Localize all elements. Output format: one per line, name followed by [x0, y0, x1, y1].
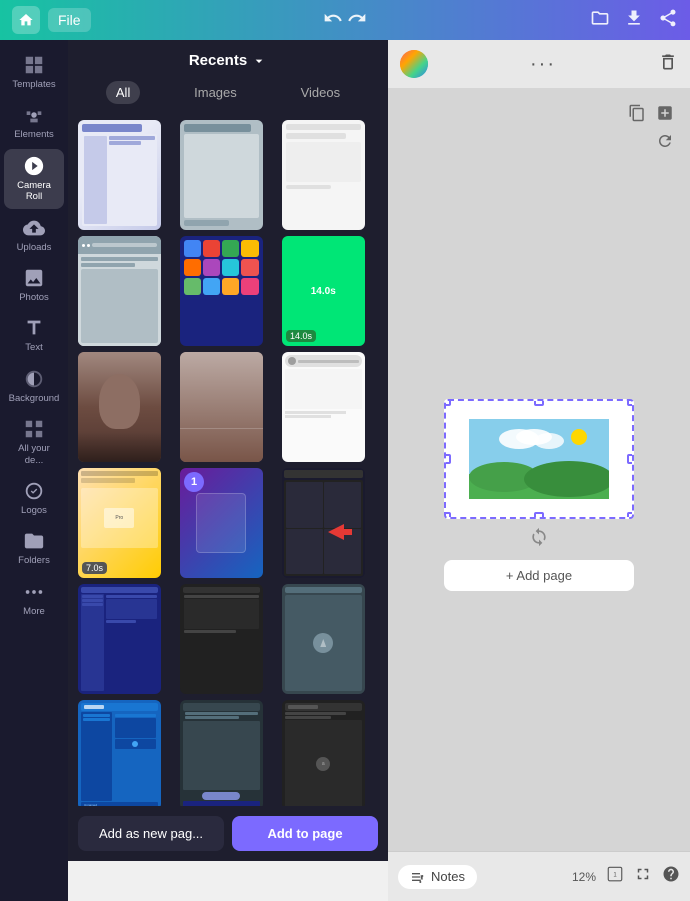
home-button[interactable]	[12, 6, 40, 34]
panel-bottom-buttons: Add as new pag... Add to page	[68, 806, 388, 861]
canvas-more-button[interactable]: ···	[530, 53, 556, 76]
recents-label: Recents	[189, 52, 247, 69]
resize-handle-mb[interactable]	[534, 512, 544, 519]
resize-handle-mr[interactable]	[627, 454, 634, 464]
bottom-bar: Notes 12% 1	[388, 851, 690, 901]
thumbnail-grid: 14.0s 14.0s	[68, 114, 388, 861]
video-duration-badge: 14.0s	[286, 330, 316, 342]
canvas-topbar: ···	[388, 40, 690, 88]
sidebar-item-folders[interactable]: Folders	[4, 524, 64, 572]
media-panel: Recents All Images Videos	[68, 40, 388, 861]
zoom-level[interactable]: 12%	[572, 870, 596, 884]
thumbnail-item[interactable]	[180, 120, 263, 230]
filter-tabs: All Images Videos	[68, 81, 388, 114]
chevron-down-icon	[251, 53, 267, 69]
thumbnail-item[interactable]	[282, 468, 365, 578]
filter-all[interactable]: All	[106, 81, 140, 104]
redo-button[interactable]	[347, 8, 367, 33]
thumbnail-item[interactable]	[282, 352, 365, 462]
resize-handle-tr[interactable]	[627, 399, 634, 406]
thumbnail-item[interactable]	[78, 584, 161, 694]
bottom-icons: 12% 1	[572, 865, 680, 888]
thumbnail-item[interactable]	[78, 120, 161, 230]
recents-dropdown[interactable]: Recents	[189, 52, 267, 69]
refresh-icon[interactable]	[656, 132, 674, 155]
duplicate-icon[interactable]	[628, 104, 646, 127]
thumbnail-item[interactable]: 1	[180, 468, 263, 578]
sidebar-item-text[interactable]: Text	[4, 311, 64, 359]
sidebar-folders-label: Folders	[18, 555, 50, 566]
resize-handle-mt[interactable]	[534, 399, 544, 406]
fullscreen-icon[interactable]	[634, 865, 652, 888]
canvas-workspace: + Add page	[388, 88, 690, 901]
add-page-button[interactable]: + Add page	[444, 560, 634, 591]
thumbnail-item[interactable]	[180, 700, 263, 810]
sidebar-item-photos[interactable]: Photos	[4, 261, 64, 309]
share-icon[interactable]	[658, 8, 678, 33]
add-element-icon[interactable]	[656, 104, 674, 127]
thumbnail-item[interactable]	[282, 584, 365, 694]
sidebar-more-label: More	[23, 606, 45, 617]
filter-videos[interactable]: Videos	[291, 81, 351, 104]
canvas-image	[469, 419, 609, 499]
canvas-logo	[400, 50, 428, 78]
sidebar-text-label: Text	[25, 342, 42, 353]
thumbnail-item[interactable]	[180, 352, 263, 462]
sidebar-camera-roll-label: Camera Roll	[8, 180, 60, 203]
sidebar-item-elements[interactable]: Elements	[4, 98, 64, 146]
video-duration-badge-2: 7.0s	[82, 562, 107, 574]
resize-handle-bl[interactable]	[444, 512, 451, 519]
topbar-center	[323, 8, 367, 33]
thumbnail-item[interactable]	[78, 236, 161, 346]
notes-label: Notes	[431, 869, 465, 884]
sidebar-logos-label: Logos	[21, 505, 47, 516]
resize-handle-ml[interactable]	[444, 454, 451, 464]
thumbnail-item[interactable]	[180, 584, 263, 694]
sidebar-item-all-designs[interactable]: All your de...	[4, 412, 64, 472]
sidebar-elements-label: Elements	[14, 129, 54, 140]
notes-icon	[410, 869, 426, 885]
thumbnail-item[interactable]: Unnamed	[78, 700, 161, 810]
page-view-icon[interactable]: 1	[606, 865, 624, 888]
sidebar-item-uploads[interactable]: Uploads	[4, 211, 64, 259]
canvas-area: ···	[388, 40, 690, 901]
resize-handle-br[interactable]	[627, 512, 634, 519]
save-to-folder-icon[interactable]	[590, 8, 610, 33]
add-as-new-page-button[interactable]: Add as new pag...	[78, 816, 224, 851]
sidebar-item-templates[interactable]: Templates	[4, 48, 64, 96]
thumbnail-item[interactable]: a	[282, 700, 365, 810]
sidebar-item-camera-roll[interactable]: Camera Roll	[4, 149, 64, 209]
canvas-image-frame[interactable]	[444, 399, 634, 519]
filter-images[interactable]: Images	[184, 81, 247, 104]
panel-header: Recents	[68, 40, 388, 81]
sidebar-photos-label: Photos	[19, 292, 49, 303]
thumbnail-item[interactable]: Pro 7.0s	[78, 468, 161, 578]
sidebar-all-designs-label: All your de...	[8, 443, 60, 466]
thumbnail-item[interactable]	[180, 236, 263, 346]
svg-text:1: 1	[613, 872, 617, 878]
thumbnail-item[interactable]	[282, 120, 365, 230]
topbar: File	[0, 0, 690, 40]
thumbnail-item[interactable]: 14.0s 14.0s	[282, 236, 365, 346]
resize-handle-tl[interactable]	[444, 399, 451, 406]
reload-media-icon[interactable]	[529, 527, 549, 552]
sidebar-templates-label: Templates	[12, 79, 55, 90]
sidebar: Templates Elements Camera Roll Uploads P…	[0, 40, 68, 901]
sidebar-background-label: Background	[9, 393, 60, 404]
undo-button[interactable]	[323, 8, 343, 33]
sidebar-item-logos[interactable]: Logos	[4, 474, 64, 522]
help-icon[interactable]	[662, 865, 680, 888]
download-icon[interactable]	[624, 8, 644, 33]
canvas-trash-button[interactable]	[658, 52, 678, 77]
topbar-right	[590, 8, 678, 33]
sidebar-item-more[interactable]: More	[4, 575, 64, 623]
sidebar-item-background[interactable]: Background	[4, 362, 64, 410]
topbar-left: File	[12, 6, 91, 34]
thumbnail-item[interactable]	[78, 352, 161, 462]
notes-button[interactable]: Notes	[398, 865, 477, 889]
file-menu[interactable]: File	[48, 8, 91, 32]
sidebar-uploads-label: Uploads	[17, 242, 52, 253]
add-to-page-button[interactable]: Add to page	[232, 816, 378, 851]
thumbnail-number-badge: 1	[184, 472, 204, 492]
